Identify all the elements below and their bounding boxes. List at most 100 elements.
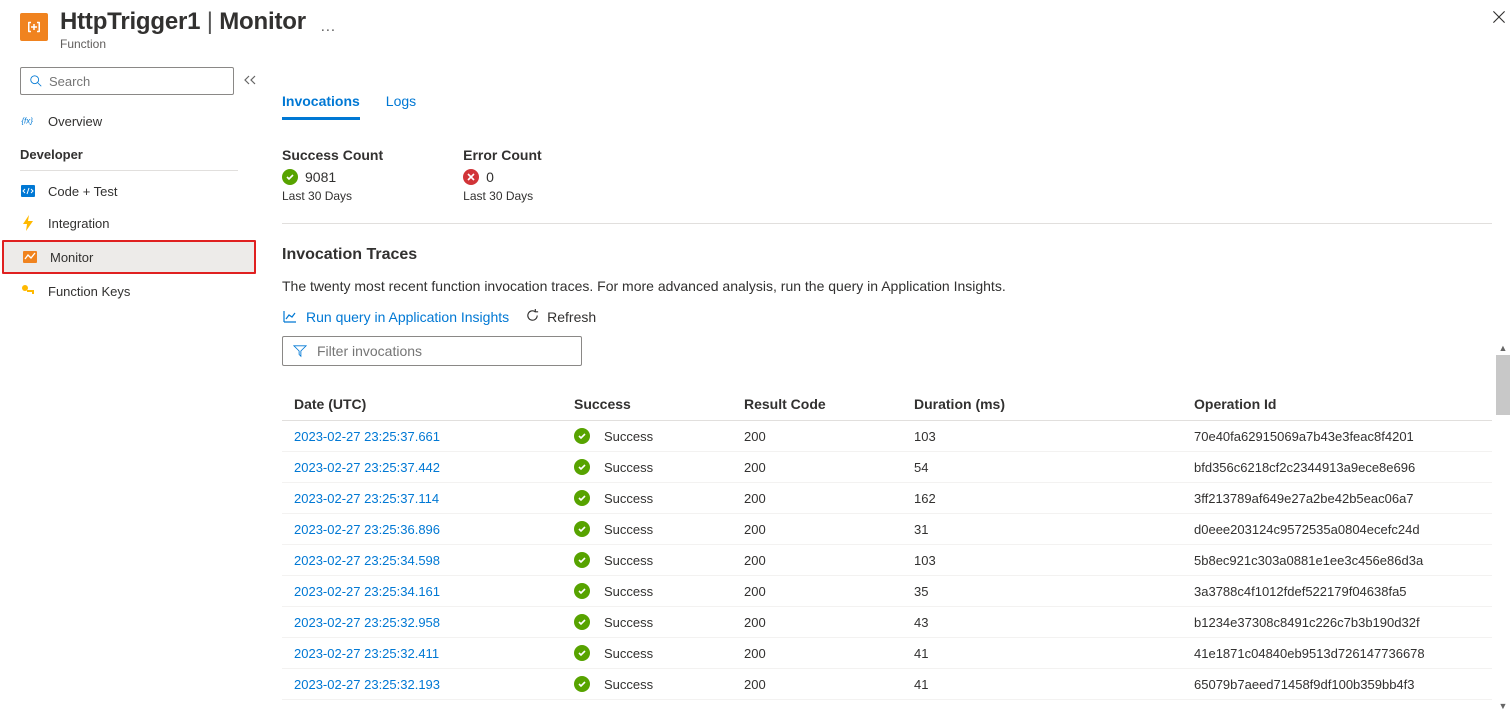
column-header[interactable]: Success xyxy=(562,388,732,421)
success-label: Success xyxy=(604,460,653,475)
duration: 41 xyxy=(902,638,1182,669)
monitor-icon xyxy=(22,249,38,265)
table-row: 2023-02-27 23:25:34.161Success200353a378… xyxy=(282,576,1492,607)
operation-id: d0eee203124c9572535a0804ecefc24d xyxy=(1182,514,1492,545)
page-header: HttpTrigger1 | Monitor Function … xyxy=(0,0,1512,61)
operation-id: bfd356c6218cf2c2344913a9ece8e696 xyxy=(1182,452,1492,483)
table-row: 2023-02-27 23:25:37.661Success20010370e4… xyxy=(282,421,1492,452)
success-label: Success xyxy=(604,429,653,444)
invocation-date-link[interactable]: 2023-02-27 23:25:37.661 xyxy=(294,429,440,444)
tabs: Invocations Logs xyxy=(282,85,1492,121)
refresh-button[interactable]: Refresh xyxy=(525,308,596,326)
sidebar-item-monitor[interactable]: Monitor xyxy=(2,240,256,274)
duration: 162 xyxy=(902,483,1182,514)
run-query-link[interactable]: Run query in Application Insights xyxy=(282,309,509,325)
function-icon xyxy=(20,13,48,41)
result-code: 200 xyxy=(732,452,902,483)
invocation-date-link[interactable]: 2023-02-27 23:25:32.193 xyxy=(294,677,440,692)
column-header[interactable]: Duration (ms) xyxy=(902,388,1182,421)
more-button[interactable]: … xyxy=(320,18,338,36)
operation-id: 3ff213789af649e27a2be42b5eac06a7 xyxy=(1182,483,1492,514)
result-code: 200 xyxy=(732,483,902,514)
success-count-stat: Success Count 9081 Last 30 Days xyxy=(282,147,383,203)
invocation-date-link[interactable]: 2023-02-27 23:25:34.161 xyxy=(294,584,440,599)
result-code: 200 xyxy=(732,607,902,638)
bolt-icon xyxy=(20,215,36,231)
table-row: 2023-02-27 23:25:32.193 Success 2004165079… xyxy=(282,669,1492,700)
page-title: HttpTrigger1 | Monitor xyxy=(60,8,306,36)
result-code: 200 xyxy=(732,669,902,700)
operation-id: b1234e37308c8491c226c7b3b190d32f xyxy=(1182,607,1492,638)
search-icon xyxy=(29,74,43,88)
success-icon xyxy=(574,552,590,568)
duration: 41 xyxy=(902,669,1182,700)
success-label: Success xyxy=(604,677,653,692)
table-row: 2023-02-27 23:25:34.598Success2001035b8e… xyxy=(282,545,1492,576)
sidebar: {fx} Overview Developer Code + Test Integ… xyxy=(0,61,258,721)
operation-id: 65079b7aeed71458f9df100b359bb4f3 xyxy=(1182,669,1492,700)
key-icon xyxy=(20,283,36,299)
success-label: Success xyxy=(604,615,653,630)
success-icon xyxy=(574,614,590,630)
sidebar-item-function-keys[interactable]: Function Keys xyxy=(0,275,258,307)
duration: 43 xyxy=(902,607,1182,638)
result-code: 200 xyxy=(732,576,902,607)
sidebar-item-label: Monitor xyxy=(50,250,93,265)
column-header[interactable]: Result Code xyxy=(732,388,902,421)
invocation-date-link[interactable]: 2023-02-27 23:25:34.598 xyxy=(294,553,440,568)
duration: 35 xyxy=(902,576,1182,607)
duration: 103 xyxy=(902,421,1182,452)
scrollbar-thumb[interactable] xyxy=(1496,355,1510,415)
chart-icon xyxy=(282,309,298,325)
success-icon xyxy=(574,490,590,506)
success-icon xyxy=(574,459,590,475)
close-icon[interactable] xyxy=(1492,10,1506,27)
success-icon xyxy=(574,676,590,692)
duration: 54 xyxy=(902,452,1182,483)
divider xyxy=(282,223,1492,224)
success-icon xyxy=(574,645,590,661)
success-badge-icon xyxy=(282,169,298,185)
table-row: 2023-02-27 23:25:37.114Success2001623ff2… xyxy=(282,483,1492,514)
main-content: Invocations Logs Success Count 9081 Last … xyxy=(258,61,1512,721)
success-label: Success xyxy=(604,646,653,661)
search-input[interactable] xyxy=(20,67,234,95)
scroll-down-icon[interactable]: ▼ xyxy=(1499,699,1508,713)
operation-id: 5b8ec921c303a0881e1ee3c456e86d3a xyxy=(1182,545,1492,576)
filter-input[interactable] xyxy=(282,336,582,366)
success-icon xyxy=(574,521,590,537)
duration: 103 xyxy=(902,545,1182,576)
tab-logs[interactable]: Logs xyxy=(386,85,416,120)
sidebar-item-code-test[interactable]: Code + Test xyxy=(0,175,258,207)
invocation-date-link[interactable]: 2023-02-27 23:25:36.896 xyxy=(294,522,440,537)
svg-text:{fx}: {fx} xyxy=(21,117,33,126)
sidebar-item-overview[interactable]: {fx} Overview xyxy=(0,105,258,137)
invocation-date-link[interactable]: 2023-02-27 23:25:37.442 xyxy=(294,460,440,475)
result-code: 200 xyxy=(732,638,902,669)
success-icon xyxy=(574,428,590,444)
sidebar-item-label: Code + Test xyxy=(48,184,118,199)
scrollbar[interactable]: ▲ ▼ xyxy=(1496,341,1510,713)
table-row: 2023-02-27 23:25:32.958 Success 20043b1234… xyxy=(282,607,1492,638)
page-subtitle: Function xyxy=(60,37,306,51)
sidebar-item-label: Function Keys xyxy=(48,284,130,299)
invocation-date-link[interactable]: 2023-02-27 23:25:32.411 xyxy=(294,646,439,661)
column-header[interactable]: Operation Id xyxy=(1182,388,1492,421)
collapse-sidebar-icon[interactable] xyxy=(244,74,256,88)
invocations-table: Date (UTC)SuccessResult CodeDuration (ms… xyxy=(282,388,1492,700)
scroll-up-icon[interactable]: ▲ xyxy=(1499,341,1508,355)
table-row: 2023-02-27 23:25:36.896Success20031d0eee… xyxy=(282,514,1492,545)
tab-invocations[interactable]: Invocations xyxy=(282,85,360,120)
overview-icon: {fx} xyxy=(20,113,36,129)
invocation-date-link[interactable]: 2023-02-27 23:25:32.958 xyxy=(294,615,440,630)
divider xyxy=(20,170,238,171)
sidebar-item-label: Overview xyxy=(48,114,102,129)
invocation-date-link[interactable]: 2023-02-27 23:25:37.114 xyxy=(294,491,439,506)
operation-id: 70e40fa62915069a7b43e3feac8f4201 xyxy=(1182,421,1492,452)
success-label: Success xyxy=(604,553,653,568)
column-header[interactable]: Date (UTC) xyxy=(282,388,562,421)
error-count-stat: Error Count 0 Last 30 Days xyxy=(463,147,542,203)
sidebar-item-integration[interactable]: Integration xyxy=(0,207,258,239)
operation-id: 41e1871c04840eb9513d726147736678 xyxy=(1182,638,1492,669)
sidebar-section-developer: Developer xyxy=(0,137,258,168)
